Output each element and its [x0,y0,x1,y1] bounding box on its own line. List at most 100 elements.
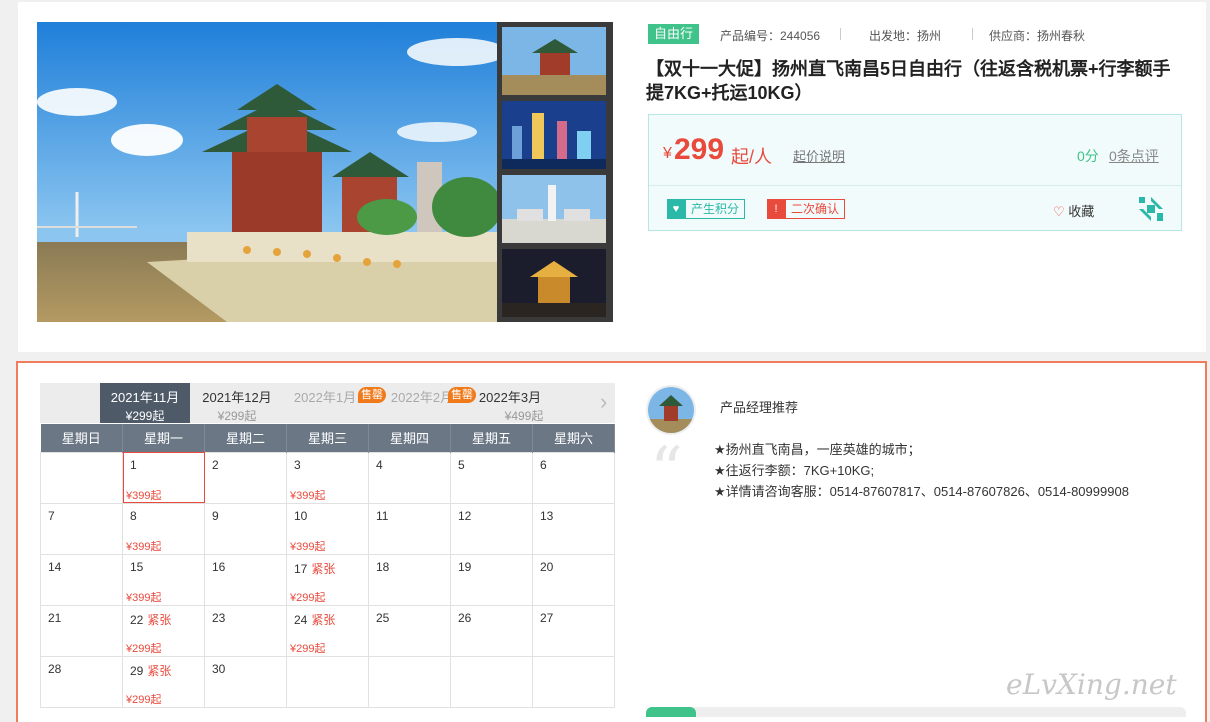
meta-divider [840,28,841,40]
day-number: 4 [376,458,383,472]
thumbnail-pavilion-night[interactable] [502,249,606,317]
weekday-label: 星期四 [368,424,451,452]
calendar-day-cell[interactable]: 24 紧张 ¥299起 [286,604,369,657]
price-explain-link[interactable]: 起价说明 [793,146,845,165]
calendar-day-cell[interactable]: 3 ¥399起 [286,451,369,504]
calendar-day-cell: 11 [368,502,451,555]
product-code: 产品编号：244056 [720,29,821,43]
availability-tight-label: 紧张 [311,612,336,627]
month-tab-2021-12[interactable]: 2021年12月 ¥299起 [192,383,282,423]
day-number: 20 [540,560,553,574]
day-price: ¥399起 [290,540,326,553]
day-number: 15 [130,560,143,574]
day-label: 6 [540,457,547,472]
chevron-right-icon[interactable]: › [600,391,607,413]
soldout-badge: 售罄 [358,387,386,403]
day-label: 8 [130,508,137,523]
day-price: ¥399起 [126,591,162,604]
day-label: 21 [48,610,62,625]
availability-tight-label: 紧张 [147,663,172,678]
month-tab-2022-03[interactable]: 2022年3月 ¥499起 [476,383,544,423]
calendar-day-cell[interactable]: 10 ¥399起 [286,502,369,555]
calendar-day-cell[interactable]: 1 ¥399起 [122,451,205,504]
day-price: ¥399起 [290,489,326,502]
day-label: 27 [540,610,554,625]
day-label: 17 [294,561,308,576]
price-divider [649,185,1181,186]
day-label: 29 [130,663,144,678]
day-number: 18 [376,560,389,574]
month-tab-2021-11[interactable]: 2021年11月 ¥299起 [100,383,190,423]
day-label: 15 [130,559,144,574]
day-number: 9 [212,509,219,523]
day-label: 24 [294,612,308,627]
weekday-label: 星期二 [204,424,287,452]
calendar-empty-cell [286,655,369,708]
calendar-day-cell: 23 [204,604,287,657]
thumbnail-pavilion-day[interactable] [502,27,606,95]
day-label: 9 [212,508,219,523]
thumbnail-city-night[interactable] [502,101,606,169]
day-price: ¥299起 [290,591,326,604]
calendar-day-cell: 20 [532,553,615,606]
day-number: 8 [130,509,137,523]
calendar-empty-cell [450,655,533,708]
day-label: 22 [130,612,144,627]
recommendation-line: ★扬州直飞南昌，一座英雄的城市； [714,442,921,457]
price-box: ¥ 299 起/人 起价说明 0分 0条点评 ♥ 产生积分 ! 二次确认 ♡ 收… [648,114,1182,231]
month-tab-2022-02[interactable]: 2022年2月 [386,383,458,423]
calendar-day-cell[interactable]: 22 紧张 ¥299起 [122,604,205,657]
calendar-day-cell: 2 [204,451,287,504]
availability-tight-label: 紧张 [311,561,336,576]
calendar-day-cell[interactable]: 17 紧张 ¥299起 [286,553,369,606]
weekday-label: 星期日 [40,424,123,452]
month-selector: 2021年11月 ¥299起 2021年12月 ¥299起 2022年1月 售罄… [40,383,615,423]
calendar-day-cell[interactable]: 29 紧张 ¥299起 [122,655,205,708]
day-number: 26 [458,611,471,625]
day-label: 12 [458,508,472,523]
supplier-name: 供应商：扬州春秋 [989,29,1086,43]
calendar-day-cell[interactable]: 15 ¥399起 [122,553,205,606]
day-number: 3 [294,458,301,472]
day-number: 13 [540,509,553,523]
alert-icon: ! [767,199,785,219]
active-tab-indicator[interactable] [646,707,696,717]
calendar-day-cell: 27 [532,604,615,657]
reviews-link[interactable]: 0条点评 [1109,146,1159,166]
day-price: ¥399起 [126,489,162,502]
thumbnail-strip [497,22,613,322]
day-number: 17 紧张 [294,560,335,577]
calendar-day-cell: 28 [40,655,123,708]
main-photo-pavilion[interactable] [37,22,499,322]
day-number: 6 [540,458,547,472]
weekday-label: 星期三 [286,424,369,452]
calendar-empty-cell [40,451,123,504]
thumbnail-square[interactable] [502,175,606,243]
calendar-day-cell: 6 [532,451,615,504]
site-watermark: eLvXing.net [1006,668,1177,701]
price-currency: ¥ [663,145,672,162]
day-number: 2 [212,458,219,472]
calendar-day-cell[interactable]: 8 ¥399起 [122,502,205,555]
product-title: 【双十一大促】扬州直飞南昌5日自由行（往返含税机票+行李额手提7KG+托运10K… [646,59,1171,103]
qr-code-icon[interactable] [1137,195,1165,223]
heart-icon: ♡ [1053,204,1065,219]
calendar-day-cell: 14 [40,553,123,606]
calendar-day-cell: 12 [450,502,533,555]
day-label: 10 [294,508,308,523]
day-number: 22 紧张 [130,611,171,628]
calendar-week-row: 14 15 ¥399起 16 17 紧张 ¥299起 18 19 20 [40,553,615,606]
weekday-label: 星期五 [450,424,533,452]
product-summary-panel: 自由行 产品编号：244056 出发地：扬州 供应商：扬州春秋 【双十一大促】扬… [18,2,1206,352]
day-number: 1 [130,458,137,472]
product-type-tag: 自由行 [648,24,700,44]
favorite-button[interactable]: ♡ 收藏 [1053,201,1094,220]
month-tab-2022-01[interactable]: 2022年1月 [284,383,366,423]
weekday-label: 星期一 [122,424,205,452]
day-number: 25 [376,611,389,625]
day-label: 28 [48,661,62,676]
points-badge: ♥ 产生积分 [667,199,746,219]
calendar-day-cell: 26 [450,604,533,657]
soldout-badge: 售罄 [448,387,476,403]
day-label: 25 [376,610,390,625]
